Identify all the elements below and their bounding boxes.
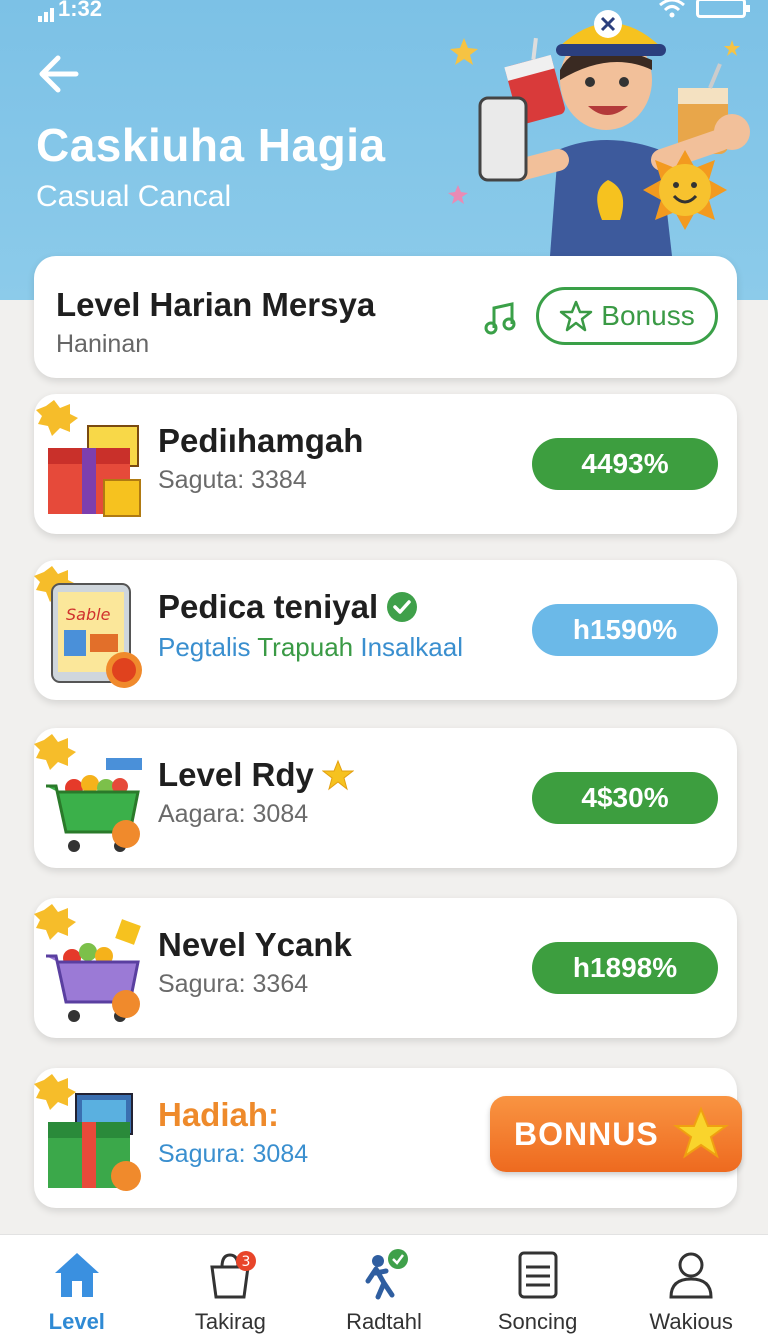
daily-level-subtitle: Haninan <box>56 330 150 358</box>
list-item[interactable]: Nevel Ycank Sagura: 3364 h1898% <box>34 898 737 1038</box>
item-title: Level Rdy <box>158 756 354 794</box>
nav-label: Level <box>48 1309 105 1334</box>
nav-item-soncing[interactable]: Soncing <box>461 1235 615 1344</box>
daily-level-title: Level Harian Mersya <box>56 286 376 323</box>
item-meta: Pegtalis Trapuah Insalkaal <box>158 632 463 662</box>
bonus-button-label: BONNUS <box>514 1115 659 1152</box>
list-item[interactable]: Sable Pedica teniyal Pegtalis Trapuah In… <box>34 560 737 700</box>
user-icon <box>669 1252 713 1299</box>
item-meta: Aagara: 3084 <box>158 800 309 828</box>
nav-item-radtahl[interactable]: Radtahl <box>307 1235 461 1344</box>
runner-icon <box>365 1249 408 1300</box>
list-item[interactable]: Level Rdy Aagara: 3084 4$30% <box>34 728 737 868</box>
shopping-cart-icon <box>34 734 142 852</box>
percent-pill[interactable]: h1898% <box>532 942 718 994</box>
page-title: Caskiuha Hagia <box>36 119 386 171</box>
item-meta: Saguta: 3384 <box>158 466 307 494</box>
shopping-basket-icon <box>34 904 141 1022</box>
signal-icon <box>38 4 54 22</box>
list-icon <box>518 1251 558 1299</box>
back-arrow-icon[interactable] <box>36 52 84 96</box>
percent-pill[interactable]: 4$30% <box>532 772 718 824</box>
bonus-button[interactable]: BONNUS <box>490 1096 742 1172</box>
bonus-outline-label: Bonuss <box>601 300 695 331</box>
nav-badge: 3 <box>242 1254 251 1270</box>
star-icon <box>672 1106 729 1159</box>
mascot-illustration <box>448 10 750 256</box>
status-time: 1:32 <box>58 0 103 21</box>
svg-text:Sable: Sable <box>66 605 111 624</box>
verified-check-icon <box>387 592 418 622</box>
gift-box-icon <box>36 400 141 517</box>
bottom-nav: Level 3 Takirag Radtahl Soncing Wakious <box>0 1234 768 1344</box>
home-icon <box>54 1253 99 1297</box>
percent-pill[interactable]: 4493% <box>532 438 718 490</box>
nav-item-level[interactable]: Level <box>0 1235 154 1344</box>
item-title: Nevel Ycank <box>158 926 352 963</box>
item-title: Pedica teniyal <box>158 588 418 626</box>
list-item[interactable]: Hadiah: Sagura: 3084 BONNUS <box>34 1068 742 1208</box>
nav-label: Takirag <box>194 1309 266 1334</box>
star-outline-icon <box>560 300 593 332</box>
nav-item-wakious[interactable]: Wakious <box>614 1235 768 1344</box>
bag-icon: 3 <box>210 1251 257 1299</box>
daily-level-card: Level Harian Mersya Haninan Bonuss <box>34 256 737 378</box>
header: 1:32 Caskiuha Hagia Casual Cancal <box>0 0 768 300</box>
nav-label: Soncing <box>497 1309 578 1334</box>
item-meta: Sagura: 3364 <box>158 970 309 998</box>
page-subtitle: Casual Cancal <box>36 180 232 213</box>
nav-label: Wakious <box>649 1309 733 1334</box>
star-icon <box>321 759 354 791</box>
percent-pill[interactable]: h1590% <box>532 604 718 656</box>
bonus-outline-button[interactable]: Bonuss <box>536 287 718 345</box>
nav-item-takirag[interactable]: 3 Takirag <box>154 1235 308 1344</box>
item-meta: Sagura: 3084 <box>158 1140 309 1168</box>
item-title: Hadiah: <box>158 1096 280 1133</box>
gift-box-icon <box>34 1074 141 1191</box>
item-title: Pediıhamgah <box>158 422 364 459</box>
nav-label: Radtahl <box>346 1309 422 1334</box>
music-note-icon[interactable] <box>482 298 520 336</box>
list-item[interactable]: Pediıhamgah Saguta: 3384 4493% <box>34 394 737 534</box>
tablet-icon: Sable <box>34 566 142 688</box>
